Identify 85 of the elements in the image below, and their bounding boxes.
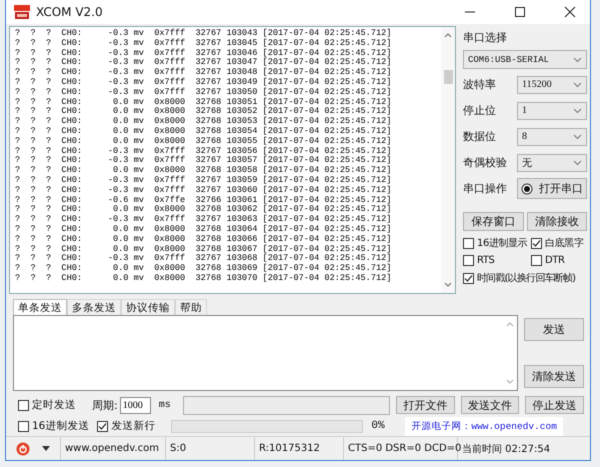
port-dropdown[interactable]: COM6:USB-SERIAL xyxy=(463,50,587,69)
progress-reading: 0% xyxy=(371,420,386,432)
file-button[interactable]: 停止发送 xyxy=(525,396,584,414)
setting-label: 停止位 xyxy=(463,103,497,118)
log-line: ? ? ? CH0: -0.3 mv 0x7fff 32767 103063 [2017-07-04 02:25:45.712] xyxy=(15,215,392,224)
log-line: ? ? ? CH0: 0.0 mv 0x8000 32768 103053 [2017-07-04 02:25:45.712] xyxy=(15,117,392,126)
option-checkbox[interactable]: 16进制显示 xyxy=(463,236,531,250)
log-line: ? ? ? CH0: 0.0 mv 0x8000 32768 103055 [2017-07-04 02:25:45.712] xyxy=(15,136,392,146)
port-select-label: 串口选择 xyxy=(463,30,508,45)
log-line: ? ? ? CH0: 0.0 mv 0x8000 32768 103070 [2017-07-04 02:25:45.712] xyxy=(15,274,392,284)
current-time: 当前时间 02:27:54 xyxy=(461,442,552,456)
log-line: ? ? ? CH0: 0.0 mv 0x8000 32768 103067 [2017-07-04 02:25:45.712] xyxy=(15,244,392,254)
hex-send-checkbox[interactable]: 16进制发送 xyxy=(18,419,90,433)
scroll-up-icon[interactable] xyxy=(506,321,514,327)
scroll-down-icon[interactable] xyxy=(444,282,452,288)
clear-send-button[interactable]: 清除发送 xyxy=(524,365,584,388)
option-checkbox[interactable]: DTR xyxy=(531,255,587,266)
period-label: 周期: xyxy=(92,398,118,412)
log-line: ? ? ? CH0: -0.3 mv 0x7fff 32767 103048 [2017-07-04 02:25:45.712] xyxy=(15,68,392,78)
received-count: R:10175312 xyxy=(255,437,344,460)
log-line: ? ? ? CH0: 0.0 mv 0x8000 32768 103051 [2017-07-04 02:25:45.712] xyxy=(15,98,392,107)
website-link[interactable]: 开源电子网：www.openedv.com xyxy=(405,416,563,436)
log-line: ? ? ? CH0: -0.3 mv 0x7fff 32767 103068 [2017-07-04 02:25:45.712] xyxy=(15,254,392,264)
option-checkbox[interactable]: 白底黑字 xyxy=(531,236,587,250)
log-line: ? ? ? CH0: 0.0 mv 0x8000 32768 103062 [2017-07-04 02:25:45.712] xyxy=(15,205,392,214)
sent-count: S:0 xyxy=(166,437,255,460)
tab[interactable]: 协议传输 xyxy=(121,299,175,315)
log-line: ? ? ? CH0: 0.0 mv 0x8000 32768 103069 [2017-07-04 02:25:45.712] xyxy=(15,264,392,274)
unit-label: ms xyxy=(158,400,171,410)
setting-dropdown[interactable]: 115200 xyxy=(517,76,587,94)
file-path-field[interactable] xyxy=(182,396,390,414)
log-line: ? ? ? CH0: -0.3 mv 0x7fff 32767 103045 [2017-07-04 02:25:45.712] xyxy=(15,38,392,48)
receive-area[interactable] xyxy=(9,26,456,294)
log-line: ? ? ? CH0: -0.3 mv 0x7fff 32767 103043 [2017-07-04 02:25:45.712] xyxy=(15,29,392,38)
app-logo-icon xyxy=(14,5,30,19)
tab[interactable]: 多条发送 xyxy=(67,299,121,315)
setting-label: 数据位 xyxy=(463,129,497,144)
send-button[interactable]: 发送 xyxy=(524,318,584,341)
setting-dropdown[interactable]: 8 xyxy=(517,128,587,146)
log-line: ? ? ? CH0: -0.3 mv 0x7fff 32767 103047 [2017-07-04 02:25:45.712] xyxy=(15,58,392,68)
scrollbar[interactable] xyxy=(441,27,455,293)
maximize-icon[interactable] xyxy=(514,6,526,18)
setting-label: 奇偶校验 xyxy=(463,155,508,170)
option-checkbox[interactable]: RTS xyxy=(463,255,531,266)
tab[interactable]: 帮助 xyxy=(175,299,207,315)
radio-icon xyxy=(521,182,533,194)
log-line: ? ? ? CH0: -0.3 mv 0x7fff 32767 103049 [2017-07-04 02:25:45.712] xyxy=(15,78,392,88)
scroll-down-icon[interactable] xyxy=(506,379,514,385)
log-line: ? ? ? CH0: -0.3 mv 0x7fff 32767 103059 [2017-07-04 02:25:45.712] xyxy=(15,176,392,186)
log-line: ? ? ? CH0: 0.0 mv 0x8000 32768 103054 [2017-07-04 02:25:45.712] xyxy=(15,126,392,136)
close-icon[interactable] xyxy=(564,6,576,18)
log-line: ? ? ? CH0: -0.3 mv 0x7fff 32767 103046 [2017-07-04 02:25:45.712] xyxy=(15,48,392,58)
tab[interactable]: 单条发送 xyxy=(13,299,67,315)
period-input-field[interactable]: 1000 xyxy=(120,396,151,414)
window-title: XCOM V2.0 xyxy=(36,5,103,19)
scroll-up-icon[interactable] xyxy=(444,32,452,38)
check-icon xyxy=(532,238,541,248)
log-line: ? ? ? CH0: -0.3 mv 0x7fff 32767 103060 [2017-07-04 02:25:45.712] xyxy=(15,186,392,196)
send-input-field[interactable] xyxy=(13,315,518,391)
status-link[interactable]: www.openedv.com xyxy=(61,437,166,460)
file-button[interactable]: 打开文件 xyxy=(396,396,455,414)
setting-dropdown[interactable]: 1 xyxy=(517,102,587,120)
log-line: ? ? ? CH0: 0.0 mv 0x8000 32768 103064 [2017-07-04 02:25:45.712] xyxy=(15,224,392,234)
log-line: ? ? ? CH0: -0.6 mv 0x7ffe 32766 103061 [2017-07-04 02:25:45.712] xyxy=(15,196,392,205)
check-icon xyxy=(98,422,108,430)
log-line: ? ? ? CH0: 0.0 mv 0x8000 32768 103066 [2017-07-04 02:25:45.712] xyxy=(15,234,392,244)
open-port-button[interactable]: 打开串口 xyxy=(517,178,587,199)
panel-button[interactable]: 保存窗口 xyxy=(463,212,524,231)
file-button[interactable]: 发送文件 xyxy=(460,396,520,414)
setting-label: 波特率 xyxy=(463,77,497,92)
log-line: ? ? ? CH0: -0.3 mv 0x7fff 32767 103050 [2017-07-04 02:25:45.712] xyxy=(15,88,392,98)
setting-dropdown[interactable]: 无 xyxy=(517,154,587,172)
option-checkbox[interactable]: 时间戳(以换行回车断帧) xyxy=(463,271,587,285)
caret-icon[interactable] xyxy=(42,446,50,451)
log-line: ? ? ? CH0: -0.3 mv 0x7fff 32767 103057 [2017-07-04 02:25:45.712] xyxy=(15,156,392,166)
log-line: ? ? ? CH0: -0.3 mv 0x7fff 32767 103056 [2017-07-04 02:25:45.712] xyxy=(15,146,392,156)
panel-button[interactable]: 清除接收 xyxy=(526,212,587,231)
power-icon[interactable] xyxy=(16,442,30,456)
send-newline-checkbox[interactable]: 发送新行 xyxy=(97,419,156,433)
scroll-thumb[interactable] xyxy=(444,70,452,84)
check-icon xyxy=(464,274,473,282)
timed-send-checkbox[interactable]: 定时发送 xyxy=(18,398,76,412)
log-line: ? ? ? CH0: 0.0 mv 0x8000 32768 103058 [2017-07-04 02:25:45.712] xyxy=(15,166,392,176)
port-operation-label: 串口操作 xyxy=(463,181,508,196)
log-line: ? ? ? CH0: 0.0 mv 0x8000 32768 103052 [2017-07-04 02:25:45.712] xyxy=(15,107,392,116)
